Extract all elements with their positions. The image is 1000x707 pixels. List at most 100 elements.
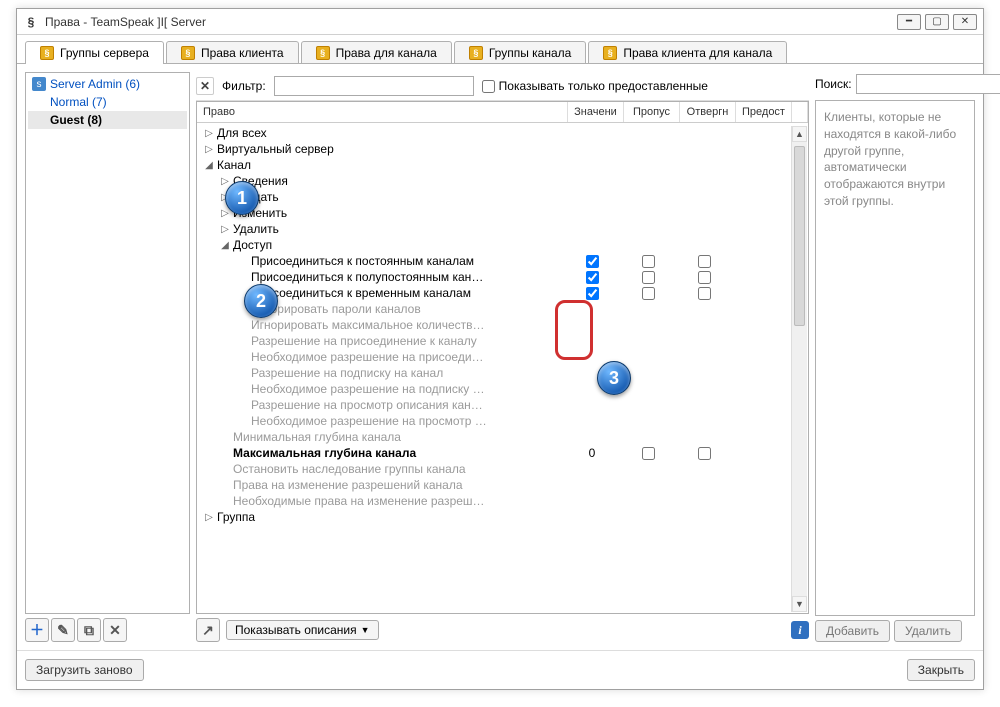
col-value[interactable]: Значени bbox=[568, 102, 624, 122]
perm-join-permanent[interactable]: Присоединиться к постоянным каналам bbox=[197, 253, 808, 269]
shield-icon: § bbox=[40, 46, 54, 60]
description-row: ↗ Показывать описания▼ i bbox=[196, 618, 809, 642]
rename-group-button[interactable]: ✎ bbox=[51, 618, 75, 642]
scroll-down-icon[interactable]: ▼ bbox=[792, 596, 807, 612]
skip-checkbox[interactable] bbox=[642, 447, 655, 460]
permission-table[interactable]: Право Значени Пропус Отвергн Предост ▷Дл… bbox=[196, 101, 809, 614]
tab-server-groups[interactable]: §Группы сервера bbox=[25, 41, 164, 64]
col-negate[interactable]: Отвергн bbox=[680, 102, 736, 122]
negate-checkbox[interactable] bbox=[698, 447, 711, 460]
perm-join-power[interactable]: Разрешение на присоединение к каналу bbox=[197, 333, 808, 349]
group-icon: s bbox=[32, 77, 46, 91]
tree-access[interactable]: ◢Доступ bbox=[197, 237, 808, 253]
value-checkbox[interactable] bbox=[586, 271, 599, 284]
perm-view-desc[interactable]: Разрешение на просмотр описания кан… bbox=[197, 397, 808, 413]
perm-subscribe[interactable]: Разрешение на подписку на канал bbox=[197, 365, 808, 381]
clear-filter-button[interactable]: ✕ bbox=[196, 77, 214, 95]
add-group-button[interactable]: ＋ bbox=[25, 618, 49, 642]
negate-checkbox[interactable] bbox=[698, 287, 711, 300]
remove-client-button[interactable]: Удалить bbox=[894, 620, 962, 642]
tree-for-all[interactable]: ▷Для всех bbox=[197, 125, 808, 141]
titlebar: § Права - TeamSpeak ]I[ Server ━ ▢ ✕ bbox=[17, 9, 983, 35]
expand-icon[interactable]: ▷ bbox=[203, 128, 215, 139]
tree-modify[interactable]: ▷Изменить bbox=[197, 205, 808, 221]
group-toolbar: ＋ ✎ ⧉ ✕ bbox=[25, 618, 190, 642]
chevron-down-icon: ▼ bbox=[361, 625, 370, 635]
permissions-window: § Права - TeamSpeak ]I[ Server ━ ▢ ✕ §Гр… bbox=[16, 8, 984, 690]
perm-max-depth[interactable]: Максимальная глубина канала0 bbox=[197, 445, 808, 461]
callout-3: 3 bbox=[597, 361, 631, 395]
max-depth-value[interactable]: 0 bbox=[564, 446, 620, 460]
window-title: Права - TeamSpeak ]I[ Server bbox=[45, 15, 897, 29]
tab-client-perms[interactable]: §Права клиента bbox=[166, 41, 299, 64]
server-group-list[interactable]: sServer Admin (6) Normal (7) Guest (8) bbox=[25, 72, 190, 614]
perm-ignore-pass[interactable]: Игнорировать пароли каналов bbox=[197, 301, 808, 317]
skip-checkbox[interactable] bbox=[642, 255, 655, 268]
search-input[interactable] bbox=[856, 74, 1000, 94]
group-guest[interactable]: Guest (8) bbox=[28, 111, 187, 129]
info-icon[interactable]: i bbox=[791, 621, 809, 639]
perm-stop-inherit[interactable]: Остановить наследование группы канала bbox=[197, 461, 808, 477]
tree-virtual-server[interactable]: ▷Виртуальный сервер bbox=[197, 141, 808, 157]
group-normal[interactable]: Normal (7) bbox=[28, 93, 187, 111]
tab-channel-perms[interactable]: §Права для канала bbox=[301, 41, 452, 64]
tab-channel-groups[interactable]: §Группы канала bbox=[454, 41, 586, 64]
show-granted-checkbox[interactable] bbox=[482, 80, 495, 93]
collapse-icon[interactable]: ◢ bbox=[219, 240, 231, 251]
tab-client-channel-perms[interactable]: §Права клиента для канала bbox=[588, 41, 787, 64]
clients-list-box[interactable]: Клиенты, которые не находятся в какой-ли… bbox=[815, 100, 975, 616]
perm-needed-modify[interactable]: Необходимые права на изменение разреш… bbox=[197, 493, 808, 509]
col-skip[interactable]: Пропус bbox=[624, 102, 680, 122]
perm-min-depth[interactable]: Минимальная глубина канала bbox=[197, 429, 808, 445]
expand-icon[interactable]: ▷ bbox=[203, 144, 215, 155]
perm-ignore-max[interactable]: Игнорировать максимальное количеств… bbox=[197, 317, 808, 333]
filter-input[interactable] bbox=[274, 76, 474, 96]
tree-delete[interactable]: ▷Удалить bbox=[197, 221, 808, 237]
close-dialog-button[interactable]: Закрыть bbox=[907, 659, 975, 681]
skip-checkbox[interactable] bbox=[642, 271, 655, 284]
add-client-button[interactable]: Добавить bbox=[815, 620, 890, 642]
show-granted-label: Показывать только предоставленные bbox=[499, 79, 708, 93]
delete-group-button[interactable]: ✕ bbox=[103, 618, 127, 642]
tree-group[interactable]: ▷Группа bbox=[197, 509, 808, 525]
maximize-button[interactable]: ▢ bbox=[925, 14, 949, 30]
callout-2: 2 bbox=[244, 284, 278, 318]
tree-create[interactable]: ▷Создать bbox=[197, 189, 808, 205]
perm-join-semi[interactable]: Присоединиться к полупостоянным кан… bbox=[197, 269, 808, 285]
perm-join-temp[interactable]: Присоединиться к временным каналам bbox=[197, 285, 808, 301]
app-icon: § bbox=[23, 14, 39, 30]
collapse-icon[interactable]: ◢ bbox=[203, 160, 215, 171]
perm-needed-join[interactable]: Необходимое разрешение на присоеди… bbox=[197, 349, 808, 365]
shield-icon: § bbox=[316, 46, 330, 60]
center-panel: ✕ Фильтр: Показывать только предоставлен… bbox=[196, 72, 809, 642]
search-label: Поиск: bbox=[815, 77, 852, 91]
scroll-thumb[interactable] bbox=[794, 146, 805, 326]
expand-icon[interactable]: ▷ bbox=[203, 512, 215, 523]
value-checkbox[interactable] bbox=[586, 287, 599, 300]
tree-info[interactable]: ▷Сведения bbox=[197, 173, 808, 189]
col-grant[interactable]: Предост bbox=[736, 102, 792, 122]
perm-modify-power[interactable]: Права на изменение разрешений канала bbox=[197, 477, 808, 493]
expand-icon[interactable]: ▷ bbox=[219, 224, 231, 235]
close-button[interactable]: ✕ bbox=[953, 14, 977, 30]
perm-needed-view-desc[interactable]: Необходимое разрешение на просмотр … bbox=[197, 413, 808, 429]
shield-icon: § bbox=[469, 46, 483, 60]
scroll-up-icon[interactable]: ▲ bbox=[792, 126, 807, 142]
filter-row: ✕ Фильтр: Показывать только предоставлен… bbox=[196, 72, 809, 101]
content-area: sServer Admin (6) Normal (7) Guest (8) ＋… bbox=[17, 63, 983, 650]
reload-button[interactable]: Загрузить заново bbox=[25, 659, 144, 681]
skip-checkbox[interactable] bbox=[642, 287, 655, 300]
perm-needed-subscribe[interactable]: Необходимое разрешение на подписку … bbox=[197, 381, 808, 397]
tree-channel[interactable]: ◢Канал bbox=[197, 157, 808, 173]
group-server-admin[interactable]: sServer Admin (6) bbox=[28, 75, 187, 93]
switch-view-button[interactable]: ↗ bbox=[196, 618, 220, 642]
permission-tree: ▷Для всех ▷Виртуальный сервер ◢Канал ▷Св… bbox=[197, 123, 808, 527]
minimize-button[interactable]: ━ bbox=[897, 14, 921, 30]
col-name[interactable]: Право bbox=[197, 102, 568, 122]
negate-checkbox[interactable] bbox=[698, 255, 711, 268]
copy-group-button[interactable]: ⧉ bbox=[77, 618, 101, 642]
negate-checkbox[interactable] bbox=[698, 271, 711, 284]
value-checkbox[interactable] bbox=[586, 255, 599, 268]
vertical-scrollbar[interactable]: ▲ ▼ bbox=[791, 126, 807, 612]
show-descriptions-button[interactable]: Показывать описания▼ bbox=[226, 620, 379, 640]
